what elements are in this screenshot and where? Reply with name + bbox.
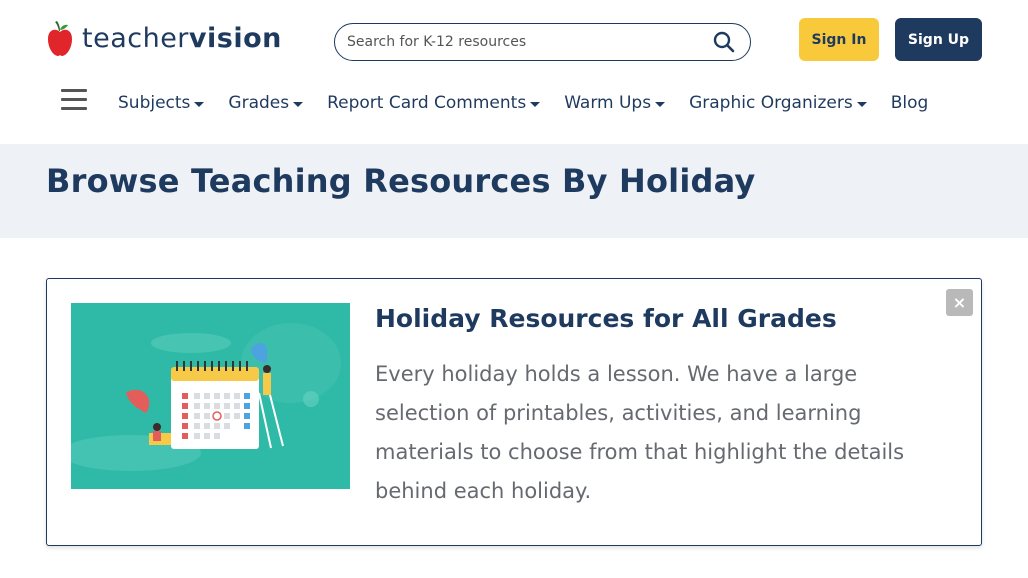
nav-item-grades[interactable]: Grades [228, 93, 304, 113]
card-title: Holiday Resources for All Grades [375, 304, 837, 333]
page-title: Browse Teaching Resources By Holiday [46, 162, 756, 200]
apple-icon [48, 21, 72, 56]
holiday-calendar-illustration [71, 303, 350, 489]
site-header: teachervision Sign In Sign Up Subjects G… [0, 0, 1028, 144]
caret-down-icon [655, 101, 666, 107]
nav-item-blog[interactable]: Blog [891, 93, 929, 113]
caret-down-icon [530, 101, 541, 107]
search-icon[interactable] [712, 30, 736, 54]
caret-down-icon [856, 101, 867, 107]
hamburger-menu-icon[interactable] [61, 89, 87, 113]
nav-item-graphic-organizers[interactable]: Graphic Organizers [689, 93, 867, 113]
logo-text: teachervision [82, 23, 282, 54]
sign-up-button[interactable]: Sign Up [895, 18, 982, 61]
nav-item-report-card-comments[interactable]: Report Card Comments [327, 93, 541, 113]
holiday-resources-card: × Holiday Resources for All Grades Every… [46, 278, 982, 546]
caret-down-icon [293, 101, 304, 107]
main-nav: Subjects Grades Report Card Comments War… [118, 88, 952, 118]
close-icon[interactable]: × [946, 289, 973, 316]
caret-down-icon [194, 101, 205, 107]
search-input[interactable] [347, 27, 687, 57]
sign-in-button[interactable]: Sign In [799, 18, 879, 61]
nav-item-subjects[interactable]: Subjects [118, 93, 205, 113]
card-description: Every holiday holds a lesson. We have a … [375, 362, 905, 503]
site-logo[interactable]: teachervision [46, 21, 282, 57]
search-bar [334, 23, 751, 61]
nav-item-warm-ups[interactable]: Warm Ups [564, 93, 666, 113]
